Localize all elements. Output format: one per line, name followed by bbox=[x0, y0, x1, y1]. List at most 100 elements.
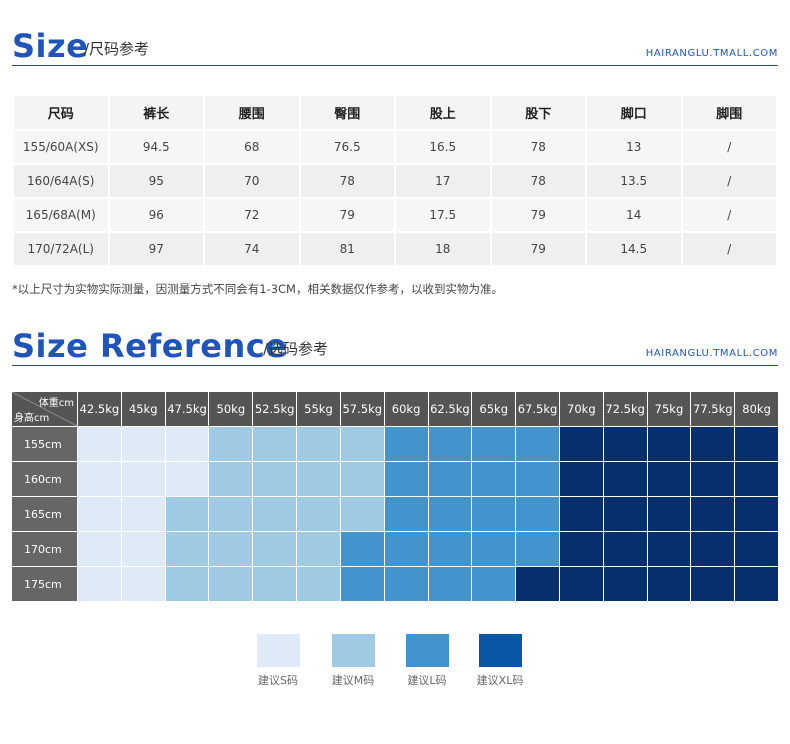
legend-item-m: 建议M码 bbox=[323, 634, 383, 688]
size-cell-xl bbox=[691, 462, 735, 496]
size-cell-l bbox=[516, 427, 559, 461]
size-cell-xl bbox=[691, 532, 735, 566]
table-cell: 81 bbox=[300, 233, 394, 265]
table-cell: 96 bbox=[109, 199, 203, 231]
size-cell-xl bbox=[559, 462, 603, 496]
size-cell-l bbox=[384, 532, 428, 566]
reference-section-header: Size Reference /选码参考 HAIRANGLU.TMALL.COM bbox=[12, 326, 778, 366]
table-cell: 78 bbox=[300, 165, 394, 197]
weight-header: 45kg bbox=[121, 392, 165, 426]
size-cell-m bbox=[209, 567, 253, 601]
legend-label: 建议L码 bbox=[407, 674, 447, 687]
height-header: 160cm bbox=[12, 462, 77, 496]
size-title: Size bbox=[12, 27, 89, 65]
size-legend: 建议S码 建议M码 建议L码 建议XL码 bbox=[0, 634, 790, 694]
size-cell-xl bbox=[647, 532, 691, 566]
size-cell-xl bbox=[559, 567, 603, 601]
store-url: HAIRANGLU.TMALL.COM bbox=[645, 348, 778, 359]
legend-swatch bbox=[256, 634, 300, 667]
legend-swatch bbox=[478, 634, 522, 667]
height-row: 170cm bbox=[12, 532, 778, 566]
weight-axis-label: 体重cm bbox=[38, 398, 74, 409]
table-row: 160/64A(S) 95 70 78 17 78 13.5/ bbox=[14, 165, 776, 197]
size-cell-l bbox=[428, 497, 472, 531]
column-header: 臀围 bbox=[300, 96, 394, 129]
size-cell-m bbox=[209, 427, 253, 461]
size-cell-xl bbox=[603, 497, 647, 531]
size-cell-s bbox=[165, 427, 209, 461]
weight-header: 42.5kg bbox=[78, 392, 121, 426]
height-header: 165cm bbox=[12, 497, 77, 531]
table-cell: 95 bbox=[109, 165, 203, 197]
size-cell-l bbox=[516, 532, 559, 566]
weight-header: 52.5kg bbox=[253, 392, 297, 426]
size-cell-xl bbox=[735, 427, 778, 461]
column-header: 股下 bbox=[491, 96, 585, 129]
table-cell: 78 bbox=[491, 131, 585, 163]
table-cell: 18 bbox=[396, 233, 490, 265]
table-cell: 68 bbox=[205, 131, 299, 163]
weight-header: 67.5kg bbox=[516, 392, 559, 426]
legend-item-xl: 建议XL码 bbox=[470, 634, 530, 688]
legend-label: 建议XL码 bbox=[476, 674, 524, 687]
weight-header: 80kg bbox=[735, 392, 778, 426]
legend-swatch bbox=[405, 634, 449, 667]
table-cell: / bbox=[682, 165, 776, 197]
size-cell-xl bbox=[735, 462, 778, 496]
table-row: 155/60A(XS) 94.5 68 76.5 16.5 78 13/ bbox=[14, 131, 776, 163]
size-cell-m bbox=[253, 532, 297, 566]
size-cell-s bbox=[78, 427, 121, 461]
grid-corner: 体重cm 身高cm bbox=[12, 392, 77, 426]
table-cell: 16.5 bbox=[396, 131, 490, 163]
size-cell-l bbox=[428, 462, 472, 496]
legend-item-l: 建议L码 bbox=[397, 634, 457, 688]
table-cell: 160/64A(S) bbox=[14, 165, 108, 197]
weight-header: 62.5kg bbox=[428, 392, 472, 426]
weight-header: 65kg bbox=[472, 392, 516, 426]
reference-title: Size Reference bbox=[12, 327, 288, 365]
weight-header: 77.5kg bbox=[691, 392, 735, 426]
size-cell-m bbox=[209, 497, 253, 531]
size-cell-l bbox=[384, 497, 428, 531]
size-cell-xl bbox=[691, 427, 735, 461]
table-cell: 17.5 bbox=[396, 199, 490, 231]
column-header: 脚口 bbox=[587, 96, 681, 129]
size-cell-l bbox=[384, 567, 428, 601]
height-header: 175cm bbox=[12, 567, 77, 601]
weight-header: 50kg bbox=[209, 392, 253, 426]
measurement-note: *以上尺寸为实物实际测量，因测量方式不同会有1-3CM，相关数据仅作参考，以收到… bbox=[12, 282, 503, 296]
size-cell-m bbox=[165, 497, 209, 531]
size-subtitle: /尺码参考 bbox=[84, 40, 150, 58]
size-cell-s bbox=[121, 567, 165, 601]
size-cell-s bbox=[121, 462, 165, 496]
height-header: 170cm bbox=[12, 532, 77, 566]
size-cell-l bbox=[384, 462, 428, 496]
table-cell: 79 bbox=[300, 199, 394, 231]
table-row: 165/68A(M) 96 72 79 17.5 79 14/ bbox=[14, 199, 776, 231]
weight-header: 75kg bbox=[647, 392, 691, 426]
table-cell: / bbox=[682, 199, 776, 231]
table-cell: 76.5 bbox=[300, 131, 394, 163]
size-cell-s bbox=[78, 462, 121, 496]
size-cell-s bbox=[78, 497, 121, 531]
size-cell-m bbox=[297, 427, 340, 461]
size-cell-s bbox=[121, 427, 165, 461]
table-cell: 94.5 bbox=[109, 131, 203, 163]
column-header: 股上 bbox=[396, 96, 490, 129]
size-cell-m bbox=[165, 567, 209, 601]
size-cell-s bbox=[78, 567, 121, 601]
size-cell-m bbox=[297, 462, 340, 496]
size-cell-m bbox=[209, 462, 253, 496]
size-cell-xl bbox=[735, 532, 778, 566]
size-cell-m bbox=[297, 567, 340, 601]
size-cell-xl bbox=[735, 497, 778, 531]
weight-header: 47.5kg bbox=[165, 392, 209, 426]
size-cell-s bbox=[165, 462, 209, 496]
size-cell-xl bbox=[647, 497, 691, 531]
store-url: HAIRANGLU.TMALL.COM bbox=[645, 48, 778, 59]
size-cell-xl bbox=[559, 532, 603, 566]
column-header: 尺码 bbox=[14, 96, 108, 129]
size-cell-l bbox=[472, 427, 516, 461]
size-cell-m bbox=[253, 567, 297, 601]
table-cell: 14.5 bbox=[587, 233, 681, 265]
